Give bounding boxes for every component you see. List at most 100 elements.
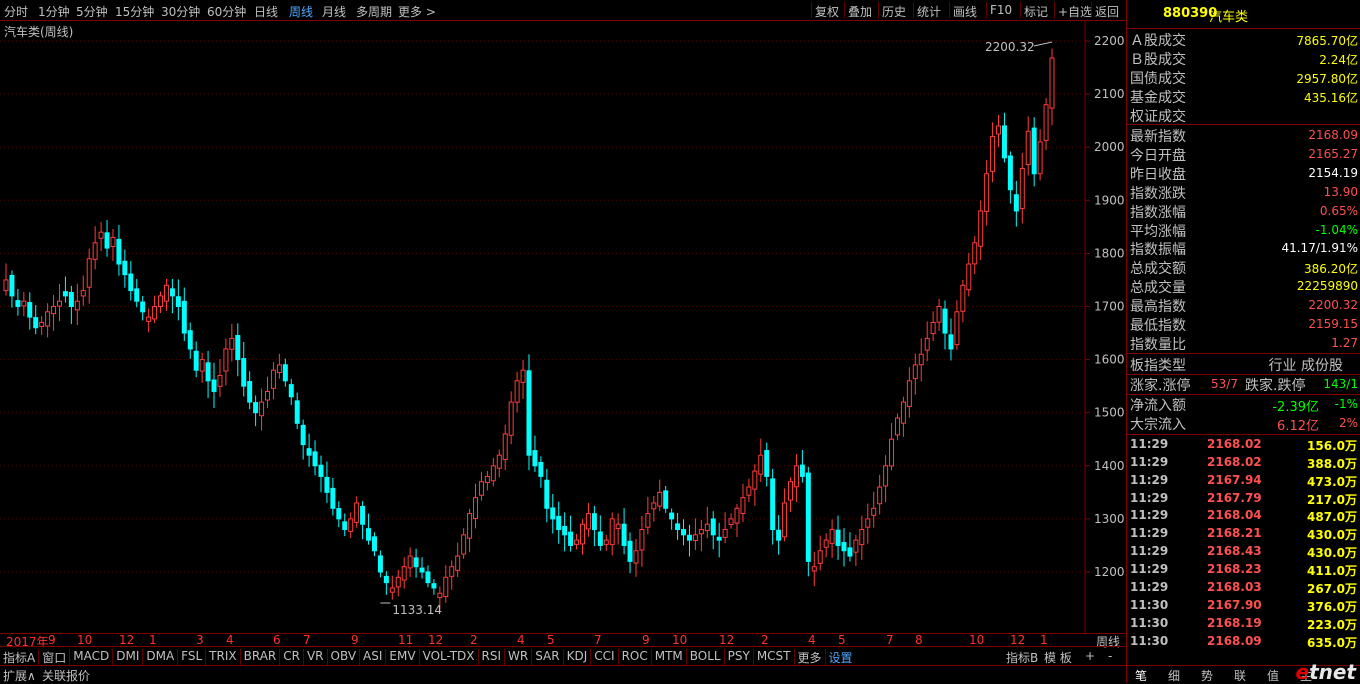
candle	[360, 501, 366, 540]
indicator-tab-8[interactable]: CR	[283, 649, 300, 663]
indicator-tab-24[interactable]: 更多	[798, 649, 822, 666]
indicator-tab-4[interactable]: DMA	[146, 649, 174, 663]
period-tab-0[interactable]: 分时	[4, 3, 28, 20]
candle	[722, 512, 728, 544]
high-value-label: 2200.32	[985, 40, 1035, 54]
tool-button-5[interactable]: F10	[990, 3, 1012, 17]
candle	[574, 533, 580, 550]
period-tab-3[interactable]: 15分钟	[115, 3, 154, 20]
candle	[253, 395, 259, 427]
separator	[752, 649, 754, 665]
tick-row: 11:30 2167.90 376.0万	[1127, 598, 1360, 616]
right-tab-1[interactable]: 模 板	[1044, 649, 1072, 666]
indicator-tab-13[interactable]: VOL-TDX	[423, 649, 475, 663]
indicator-tab-23[interactable]: MCST	[757, 649, 791, 663]
indicator-tab-3[interactable]: DMI	[116, 649, 139, 663]
quote-panel: 880390 汽车类 Ａ股成交 7865.70亿 Ｂ股成交 2.24亿 国债成交 2957…	[1126, 0, 1360, 683]
candlestick-chart[interactable]: 1200 1300 1400 1500 1600 1700 1800 1900 2000 2100…	[0, 21, 1126, 633]
indicator-tab-2[interactable]: MACD	[73, 649, 109, 663]
x-tick-label: 12	[719, 633, 735, 647]
candle	[158, 291, 164, 313]
indicator-tab-20[interactable]: MTM	[655, 649, 683, 663]
period-tab-9[interactable]: 多周期	[356, 3, 392, 20]
panel-tab-1[interactable]: 细	[1168, 667, 1180, 684]
indicator-tab-15[interactable]: WR	[508, 649, 528, 663]
panel-tab-2[interactable]: 势	[1201, 667, 1213, 684]
x-tick-label: 12	[1010, 633, 1026, 647]
candle	[793, 454, 799, 502]
tick-volume: 156.0万	[1307, 438, 1357, 453]
indicator-tab-19[interactable]: ROC	[622, 649, 648, 663]
status-tab-0[interactable]: 扩展∧	[3, 667, 36, 684]
indicator-tab-9[interactable]: VR	[307, 649, 324, 663]
candle	[199, 352, 205, 383]
candle	[627, 532, 633, 574]
tool-button-4[interactable]: 画线	[953, 3, 977, 20]
indicator-tab-22[interactable]: PSY	[728, 649, 750, 663]
tool-button-7[interactable]: +自选	[1058, 3, 1092, 20]
indicator-tab-14[interactable]: RSI	[482, 649, 502, 663]
candle	[865, 503, 871, 544]
indicator-tab-0[interactable]: 指标A	[3, 649, 35, 666]
high-pointer	[1033, 41, 1053, 47]
period-tab-5[interactable]: 60分钟	[207, 3, 246, 20]
quote-row: 今日开盘 2165.27	[1127, 145, 1360, 164]
panel-tab-3[interactable]: 联	[1234, 667, 1246, 684]
period-tab-1[interactable]: 1分钟	[38, 3, 70, 20]
indicator-tab-17[interactable]: KDJ	[567, 649, 588, 663]
period-toolbar: 分时 1分钟 5分钟 15分钟 30分钟 60分钟 日线 周线 月线 多周期 更多 > 复权 叠加 历史统…	[0, 0, 1126, 21]
quote-row: 总成交量 22259890	[1127, 277, 1360, 296]
indicator-tab-6[interactable]: TRIX	[209, 649, 236, 663]
indicator-tab-1[interactable]: 窗口	[42, 649, 66, 666]
candle	[169, 279, 175, 314]
period-tab-10[interactable]: 更多 >	[398, 3, 436, 20]
indicator-tab-21[interactable]: BOLL	[690, 649, 721, 663]
tick-volume: 473.0万	[1307, 474, 1357, 489]
candle	[496, 449, 502, 478]
separator	[477, 649, 479, 665]
indicator-tab-5[interactable]: FSL	[181, 649, 202, 663]
indicator-tab-16[interactable]: SAR	[535, 649, 559, 663]
row-label: 指数量比	[1130, 336, 1186, 353]
indicator-tab-10[interactable]: OBV	[331, 649, 357, 663]
tool-button-3[interactable]: 统计	[917, 3, 941, 20]
tick-price: 2168.04	[1207, 508, 1262, 523]
row-value: 0.65%	[1319, 203, 1358, 218]
status-tab-1[interactable]: 关联报价	[42, 667, 90, 684]
tool-button-1[interactable]: 叠加	[848, 3, 872, 20]
panel-tab-4[interactable]: 值	[1267, 667, 1279, 684]
period-tab-7[interactable]: 周线	[289, 3, 313, 20]
candle	[56, 284, 62, 322]
period-tab-8[interactable]: 月线	[322, 3, 346, 20]
separator	[986, 2, 987, 18]
tick-volume: 635.0万	[1307, 635, 1357, 650]
separator	[302, 649, 304, 665]
separator	[793, 649, 795, 665]
candle	[978, 200, 984, 261]
tool-button-8[interactable]: 返回	[1095, 3, 1119, 20]
row-value: 2159.15	[1308, 317, 1358, 331]
right-tab-0[interactable]: 指标B	[1006, 649, 1038, 666]
right-tab-3[interactable]: -	[1108, 649, 1112, 663]
tool-button-6[interactable]: 标记	[1024, 3, 1048, 20]
row-value: 22259890	[1296, 279, 1358, 294]
indicator-tab-25[interactable]: 设置	[829, 649, 853, 666]
separator	[418, 649, 420, 665]
indicator-tab-11[interactable]: ASI	[363, 649, 382, 663]
candle	[918, 338, 924, 382]
period-tab-6[interactable]: 日线	[254, 3, 278, 20]
candle	[764, 442, 770, 487]
indicator-tab-12[interactable]: EMV	[389, 649, 415, 663]
tool-button-2[interactable]: 历史	[882, 3, 906, 20]
tool-button-0[interactable]: 复权	[815, 3, 839, 20]
period-tab-4[interactable]: 30分钟	[161, 3, 200, 20]
candle	[259, 388, 265, 431]
indicator-tab-18[interactable]: CCI	[594, 649, 614, 663]
separator	[142, 649, 144, 665]
panel-tab-0[interactable]: 笔	[1135, 667, 1147, 684]
candle	[562, 512, 568, 552]
indicator-tab-7[interactable]: BRAR	[244, 649, 277, 663]
right-tab-2[interactable]: +	[1085, 649, 1095, 663]
period-tab-2[interactable]: 5分钟	[76, 3, 108, 20]
candle	[663, 485, 669, 513]
